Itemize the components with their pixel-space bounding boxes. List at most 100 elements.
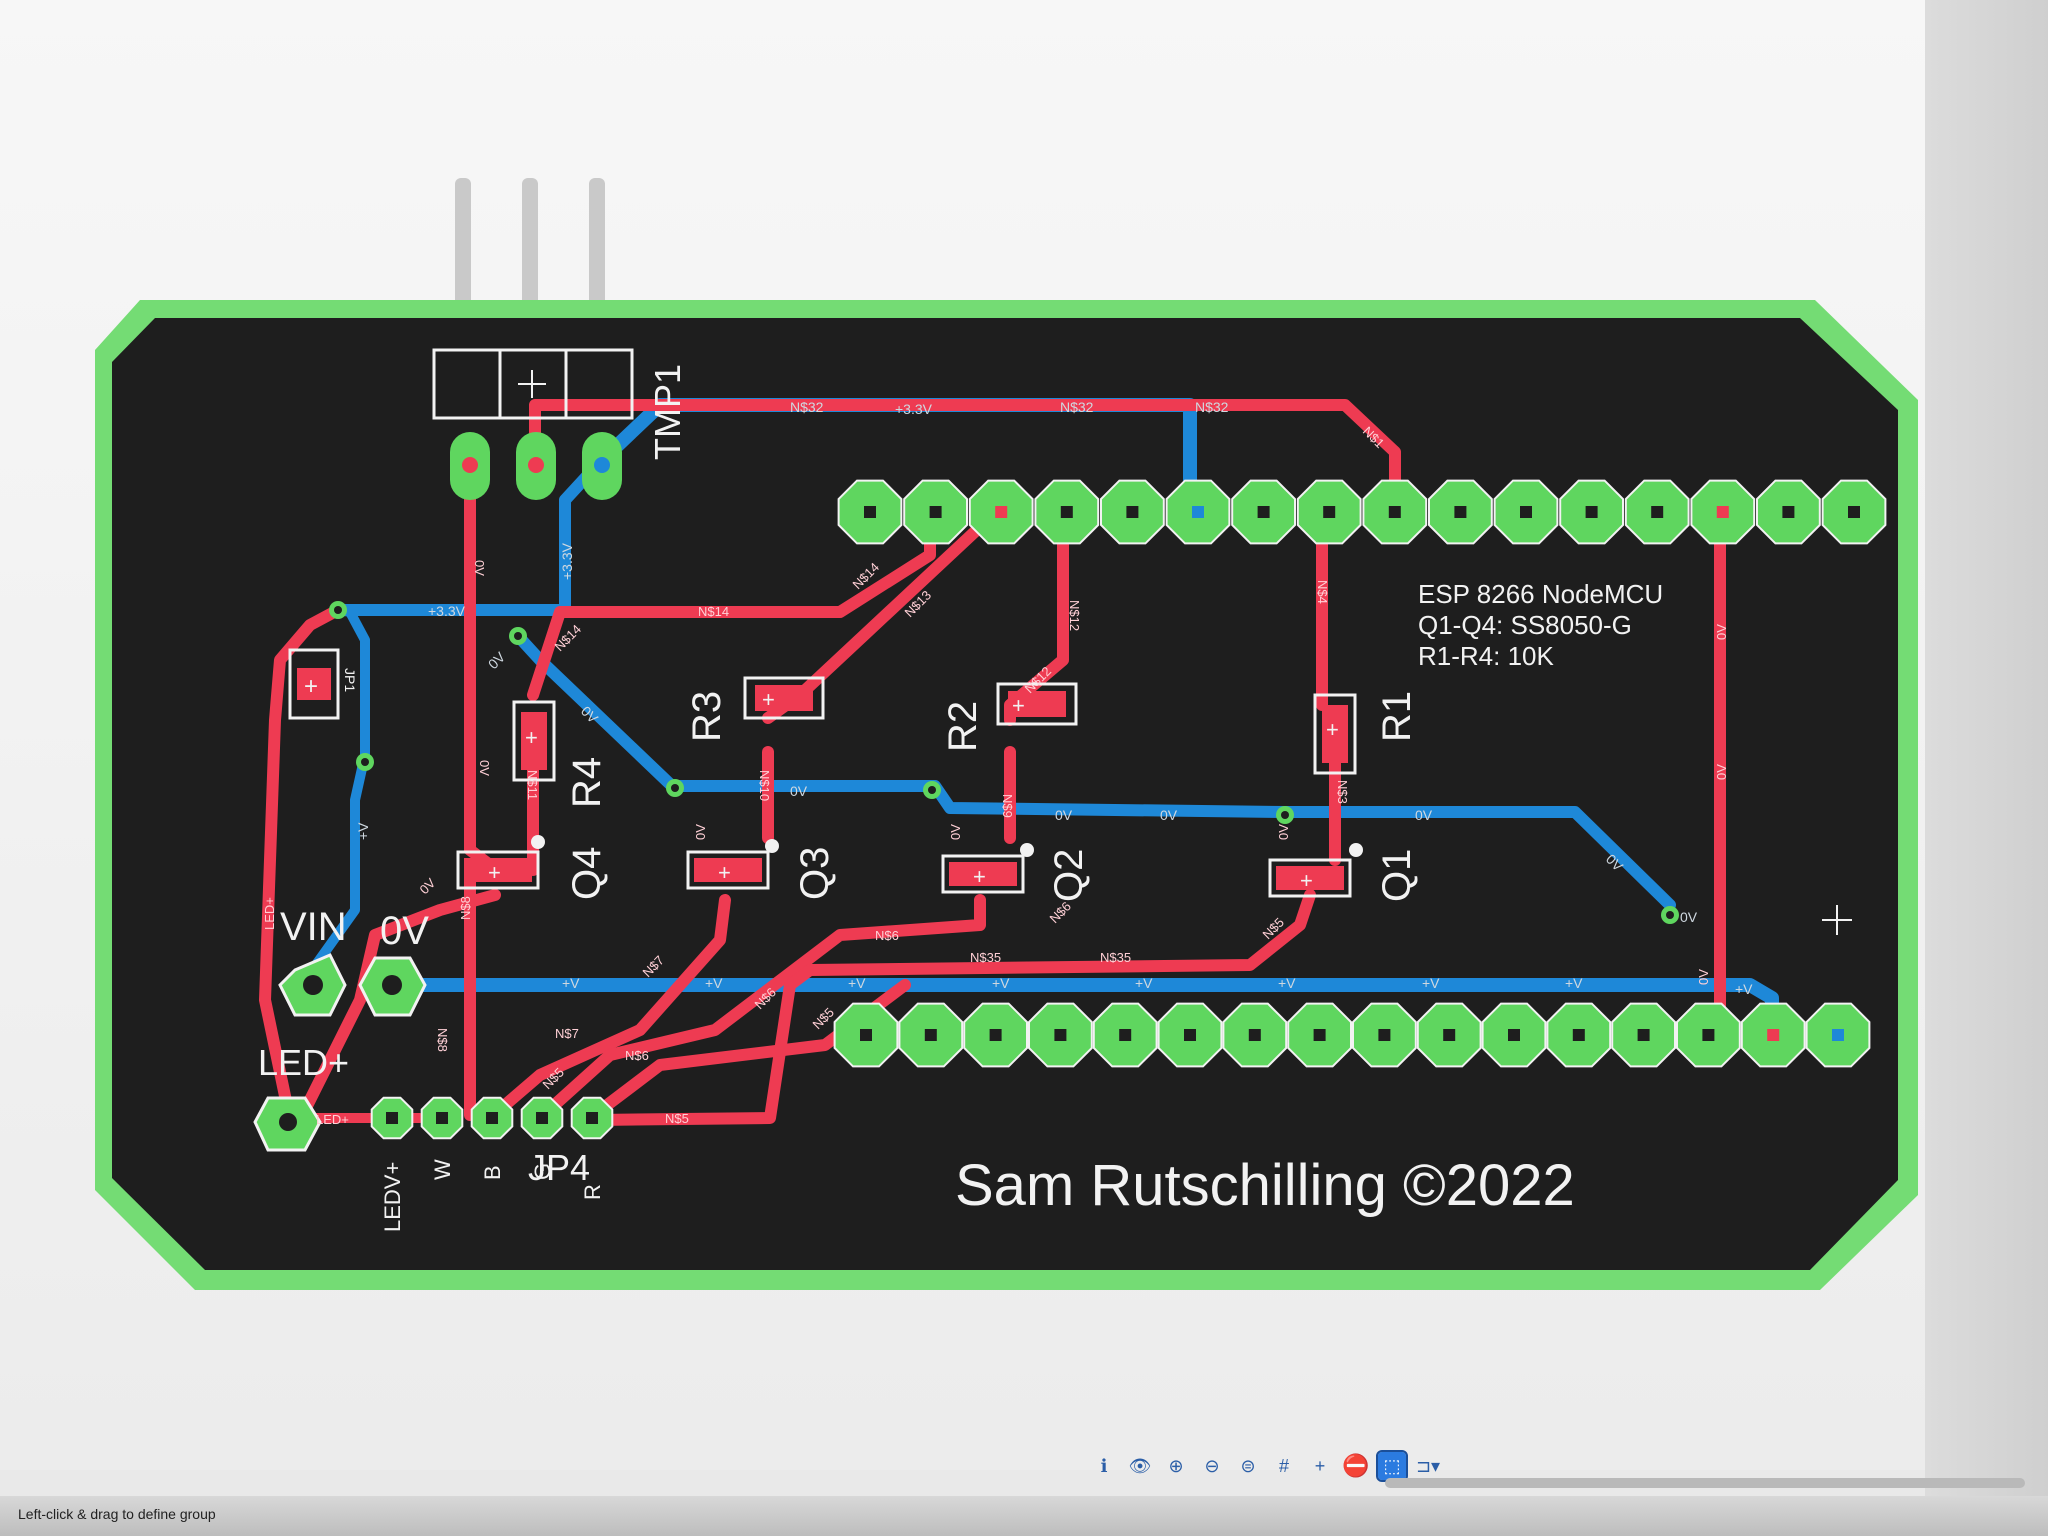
grid-icon[interactable]: #	[1270, 1452, 1298, 1480]
pad-drill	[1192, 506, 1204, 518]
pad-drill	[1585, 506, 1598, 518]
pad-drill	[1248, 1029, 1261, 1041]
svg-text:N$5: N$5	[665, 1111, 689, 1126]
svg-text:N$12: N$12	[1067, 600, 1082, 631]
pad-drill	[860, 1029, 872, 1041]
svg-text:+V: +V	[1565, 975, 1583, 991]
pad-drill	[995, 506, 1008, 518]
stop-icon[interactable]: ⛔	[1342, 1452, 1370, 1480]
pad-drill	[929, 506, 942, 518]
pad-drill	[1257, 506, 1270, 518]
pad-drill	[989, 1029, 1002, 1041]
svg-text:LED+: LED+	[316, 1112, 349, 1127]
horizontal-scrollbar[interactable]	[1385, 1478, 2025, 1488]
svg-text:N$9: N$9	[1000, 794, 1015, 818]
pad-drill	[1443, 1029, 1456, 1041]
svg-text:N$7: N$7	[555, 1026, 579, 1041]
zoom-out-icon[interactable]: ⊖	[1198, 1452, 1226, 1480]
status-bar: Left-click & drag to define group	[0, 1496, 2048, 1536]
notes-line-3: R1-R4: 10K	[1418, 641, 1554, 671]
svg-text:+: +	[304, 673, 318, 700]
pad-drill	[1651, 506, 1664, 518]
pad-drill	[436, 1112, 448, 1124]
select-icon[interactable]: ⬚	[1376, 1450, 1408, 1482]
jp4-pin-ledv: LEDV+	[380, 1162, 405, 1232]
svg-text:+V: +V	[562, 975, 580, 991]
svg-text:+3.3V: +3.3V	[428, 603, 466, 619]
svg-text:0V: 0V	[477, 760, 492, 776]
svg-text:+V: +V	[992, 975, 1010, 991]
svg-text:0V: 0V	[948, 824, 963, 840]
svg-text:N$35: N$35	[1100, 950, 1131, 965]
svg-text:+V: +V	[1735, 981, 1753, 997]
svg-text:N$11: N$11	[525, 770, 540, 800]
svg-text:N$32: N$32	[790, 399, 824, 415]
pad-drill	[1378, 1029, 1391, 1041]
svg-text:0V: 0V	[1415, 807, 1433, 823]
svg-text:0V: 0V	[1714, 764, 1729, 780]
ledplus-label: LED+	[258, 1042, 349, 1083]
vin-label: VIN	[280, 905, 347, 949]
svg-text:N$32: N$32	[1195, 399, 1229, 415]
pad-drill	[1572, 1029, 1585, 1041]
svg-text:0V: 0V	[1696, 969, 1711, 985]
svg-text:N$14: N$14	[698, 604, 729, 619]
pad-drill	[386, 1112, 398, 1124]
r3-label: R3	[685, 691, 729, 742]
credit-text: Sam Rutschilling ©2022	[955, 1153, 1575, 1218]
svg-text:0V: 0V	[790, 783, 808, 799]
svg-text:N$10: N$10	[757, 770, 772, 801]
pad-drill	[1782, 506, 1795, 518]
svg-text:+3.3V: +3.3V	[895, 401, 933, 417]
pad-drill	[1832, 1029, 1844, 1041]
q3-label: Q3	[793, 847, 837, 900]
pad-drill	[1848, 506, 1860, 518]
jp4-pin-w: W	[430, 1159, 455, 1180]
status-message: Left-click & drag to define group	[18, 1506, 216, 1522]
eye-icon[interactable]: 👁	[1126, 1452, 1154, 1480]
pad-drill	[1060, 506, 1073, 518]
svg-text:N$3: N$3	[1335, 780, 1350, 804]
pad-drill	[1119, 1029, 1132, 1041]
r2-label: R2	[941, 701, 985, 752]
q2-label: Q2	[1047, 849, 1091, 902]
pad-drill	[1702, 1029, 1715, 1041]
pad-drill	[1323, 506, 1336, 518]
pcb-layout[interactable]: .silk { fill:#f2f2f2; font-family:"Liber…	[0, 0, 2048, 1536]
tmp1-label: TMP1	[647, 364, 688, 460]
svg-text:+V: +V	[1422, 975, 1440, 991]
svg-text:N$8: N$8	[458, 896, 473, 920]
pad-drill	[1184, 1029, 1196, 1041]
gnd-label: 0V	[380, 909, 429, 953]
notes-line-1: ESP 8266 NodeMCU	[1418, 579, 1663, 609]
svg-text:0V: 0V	[472, 560, 487, 576]
svg-text:+V: +V	[705, 975, 723, 991]
svg-text:0V: 0V	[1276, 824, 1291, 840]
svg-text:N$35: N$35	[970, 950, 1001, 965]
svg-text:+: +	[762, 687, 775, 712]
svg-text:+V: +V	[355, 822, 371, 840]
pad-drill	[1637, 1029, 1650, 1041]
svg-text:+V: +V	[1278, 975, 1296, 991]
svg-text:N$8: N$8	[435, 1028, 450, 1052]
svg-text:0V: 0V	[1160, 807, 1178, 823]
svg-text:0V: 0V	[1714, 624, 1729, 640]
q4-label: Q4	[565, 847, 609, 900]
pad-drill	[1716, 506, 1729, 518]
jp4-pin-b: B	[480, 1165, 505, 1180]
crosshair-icon[interactable]: +	[1306, 1452, 1334, 1480]
jp4-pin-r: R	[580, 1184, 605, 1200]
svg-text:+: +	[488, 860, 501, 885]
r1-label: R1	[1375, 691, 1419, 742]
pad-drill	[1388, 506, 1401, 518]
route-dropdown-icon[interactable]: ⊐▾	[1414, 1452, 1442, 1480]
q1-label: Q1	[1375, 849, 1419, 902]
zoom-fit-icon[interactable]: ⊜	[1234, 1452, 1262, 1480]
zoom-in-icon[interactable]: ⊕	[1162, 1452, 1190, 1480]
svg-text:0V: 0V	[693, 824, 708, 840]
info-icon[interactable]: ℹ	[1090, 1452, 1118, 1480]
svg-text:+: +	[1012, 693, 1025, 718]
svg-text:+: +	[1300, 868, 1313, 893]
pad-drill	[864, 506, 876, 518]
r4-label: R4	[565, 757, 609, 808]
